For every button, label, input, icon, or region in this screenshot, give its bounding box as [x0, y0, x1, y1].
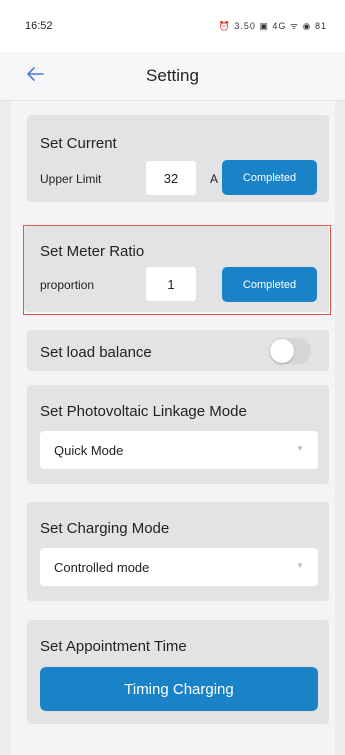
set-current-title: Set Current [40, 135, 117, 152]
load-balance-title: Set load balance [40, 344, 152, 361]
charging-mode-title: Set Charging Mode [40, 520, 170, 537]
status-icons: ⏰ 3.50 ▣ 4G ᯤ ◉ 81 [218, 21, 327, 31]
toggle-knob [270, 339, 294, 363]
pv-linkage-selected-value: Quick Mode [54, 443, 124, 458]
load-balance-toggle[interactable] [269, 338, 311, 364]
timing-charging-button[interactable]: Timing Charging [40, 667, 318, 711]
chevron-down-icon: ▼ [296, 444, 304, 453]
charging-mode-select[interactable]: Controlled mode ▼ [40, 548, 318, 586]
set-current-card: Set Current Upper Limit 32 A Completed [27, 115, 329, 202]
upper-limit-label: Upper Limit [40, 172, 102, 186]
header-bar: Setting [0, 52, 345, 101]
set-meter-ratio-card: Set Meter Ratio proportion 1 Completed [24, 226, 329, 312]
status-time: 16:52 [25, 20, 53, 32]
status-bar: 16:52 ⏰ 3.50 ▣ 4G ᯤ ◉ 81 [0, 0, 345, 52]
set-current-completed-button[interactable]: Completed [222, 160, 317, 195]
pv-linkage-mode-select[interactable]: Quick Mode ▼ [40, 431, 318, 469]
appointment-title: Set Appointment Time [40, 638, 187, 655]
pv-linkage-title: Set Photovoltaic Linkage Mode [40, 403, 247, 420]
set-meter-ratio-title: Set Meter Ratio [40, 243, 145, 260]
proportion-label: proportion [40, 278, 95, 292]
chevron-down-icon: ▼ [296, 561, 304, 570]
proportion-input[interactable]: 1 [146, 267, 196, 301]
set-meter-ratio-completed-button[interactable]: Completed [222, 267, 317, 302]
upper-limit-input[interactable]: 32 [146, 161, 196, 195]
charging-mode-selected-value: Controlled mode [54, 560, 150, 575]
current-unit-label: A [210, 172, 219, 186]
page-title: Setting [146, 66, 199, 85]
